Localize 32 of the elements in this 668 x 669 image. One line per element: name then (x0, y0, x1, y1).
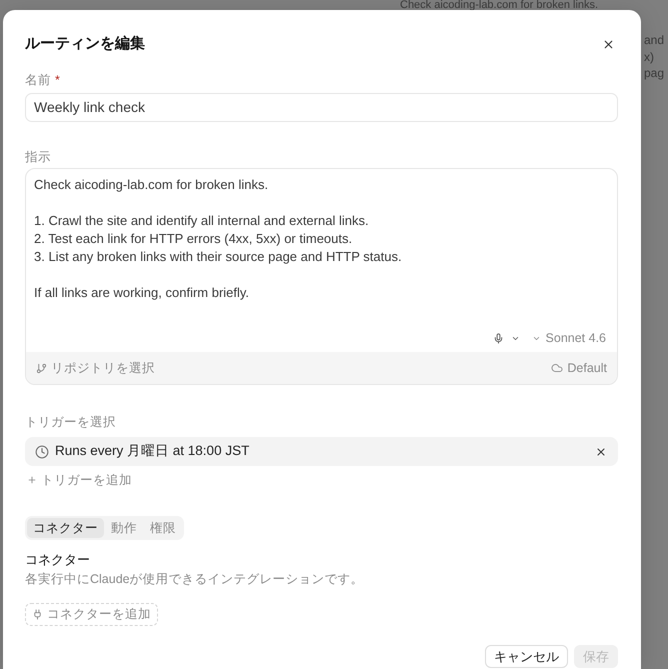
voice-button[interactable] (492, 332, 520, 344)
add-connector-button[interactable]: コネクターを追加 (25, 603, 158, 626)
add-trigger-button[interactable]: トリガーを追加 (25, 472, 132, 488)
plus-icon (27, 475, 37, 485)
tab[interactable]: 動作 (105, 518, 143, 538)
plug-icon (32, 609, 43, 620)
instructions-input[interactable]: Check aicoding-lab.com for broken links. 1. Crawl the site and identify all internal and external links. 2. Test each link for HTTP errors (4xx, 5xx) or timeouts. 3. List any broken links with their source page and HTTP status. If all links are working, confirm briefly. (26, 169, 617, 329)
field-label: 指示 (25, 149, 51, 165)
dialog-button[interactable]: キャンセル (485, 645, 568, 668)
branch-icon (36, 362, 47, 374)
environment-selector[interactable]: Default (551, 358, 607, 378)
field-label: 名前 (25, 72, 51, 88)
clock-icon (35, 444, 49, 458)
tab[interactable]: コネクター (27, 518, 104, 538)
tab[interactable]: 権限 (144, 518, 182, 538)
required-mark: * (55, 72, 60, 88)
model-selector[interactable]: Sonnet 4.6 (532, 329, 606, 347)
microphone-icon (492, 332, 504, 344)
dialog-title: ルーティンを編集 (25, 34, 145, 54)
backdrop-text: and (644, 33, 664, 47)
name-input[interactable]: Weekly link check (25, 93, 618, 122)
backdrop-text: Check aicoding-lab.com for broken links. (400, 0, 598, 10)
field-label: トリガーを選択 (25, 414, 116, 430)
section-description: 各実行中にClaudeが使用できるインテグレーションです。 (25, 571, 364, 587)
trigger-text: Runs every 月曜日 at 18:00 JST (55, 442, 250, 460)
close-icon (602, 38, 614, 50)
backdrop-text: pag (644, 66, 664, 80)
close-icon (595, 446, 607, 458)
repository-selector[interactable]: リポジトリを選択 (36, 358, 155, 378)
cloud-icon (551, 362, 564, 374)
section-heading: コネクター (25, 552, 90, 568)
backdrop-text: x) (644, 50, 654, 64)
